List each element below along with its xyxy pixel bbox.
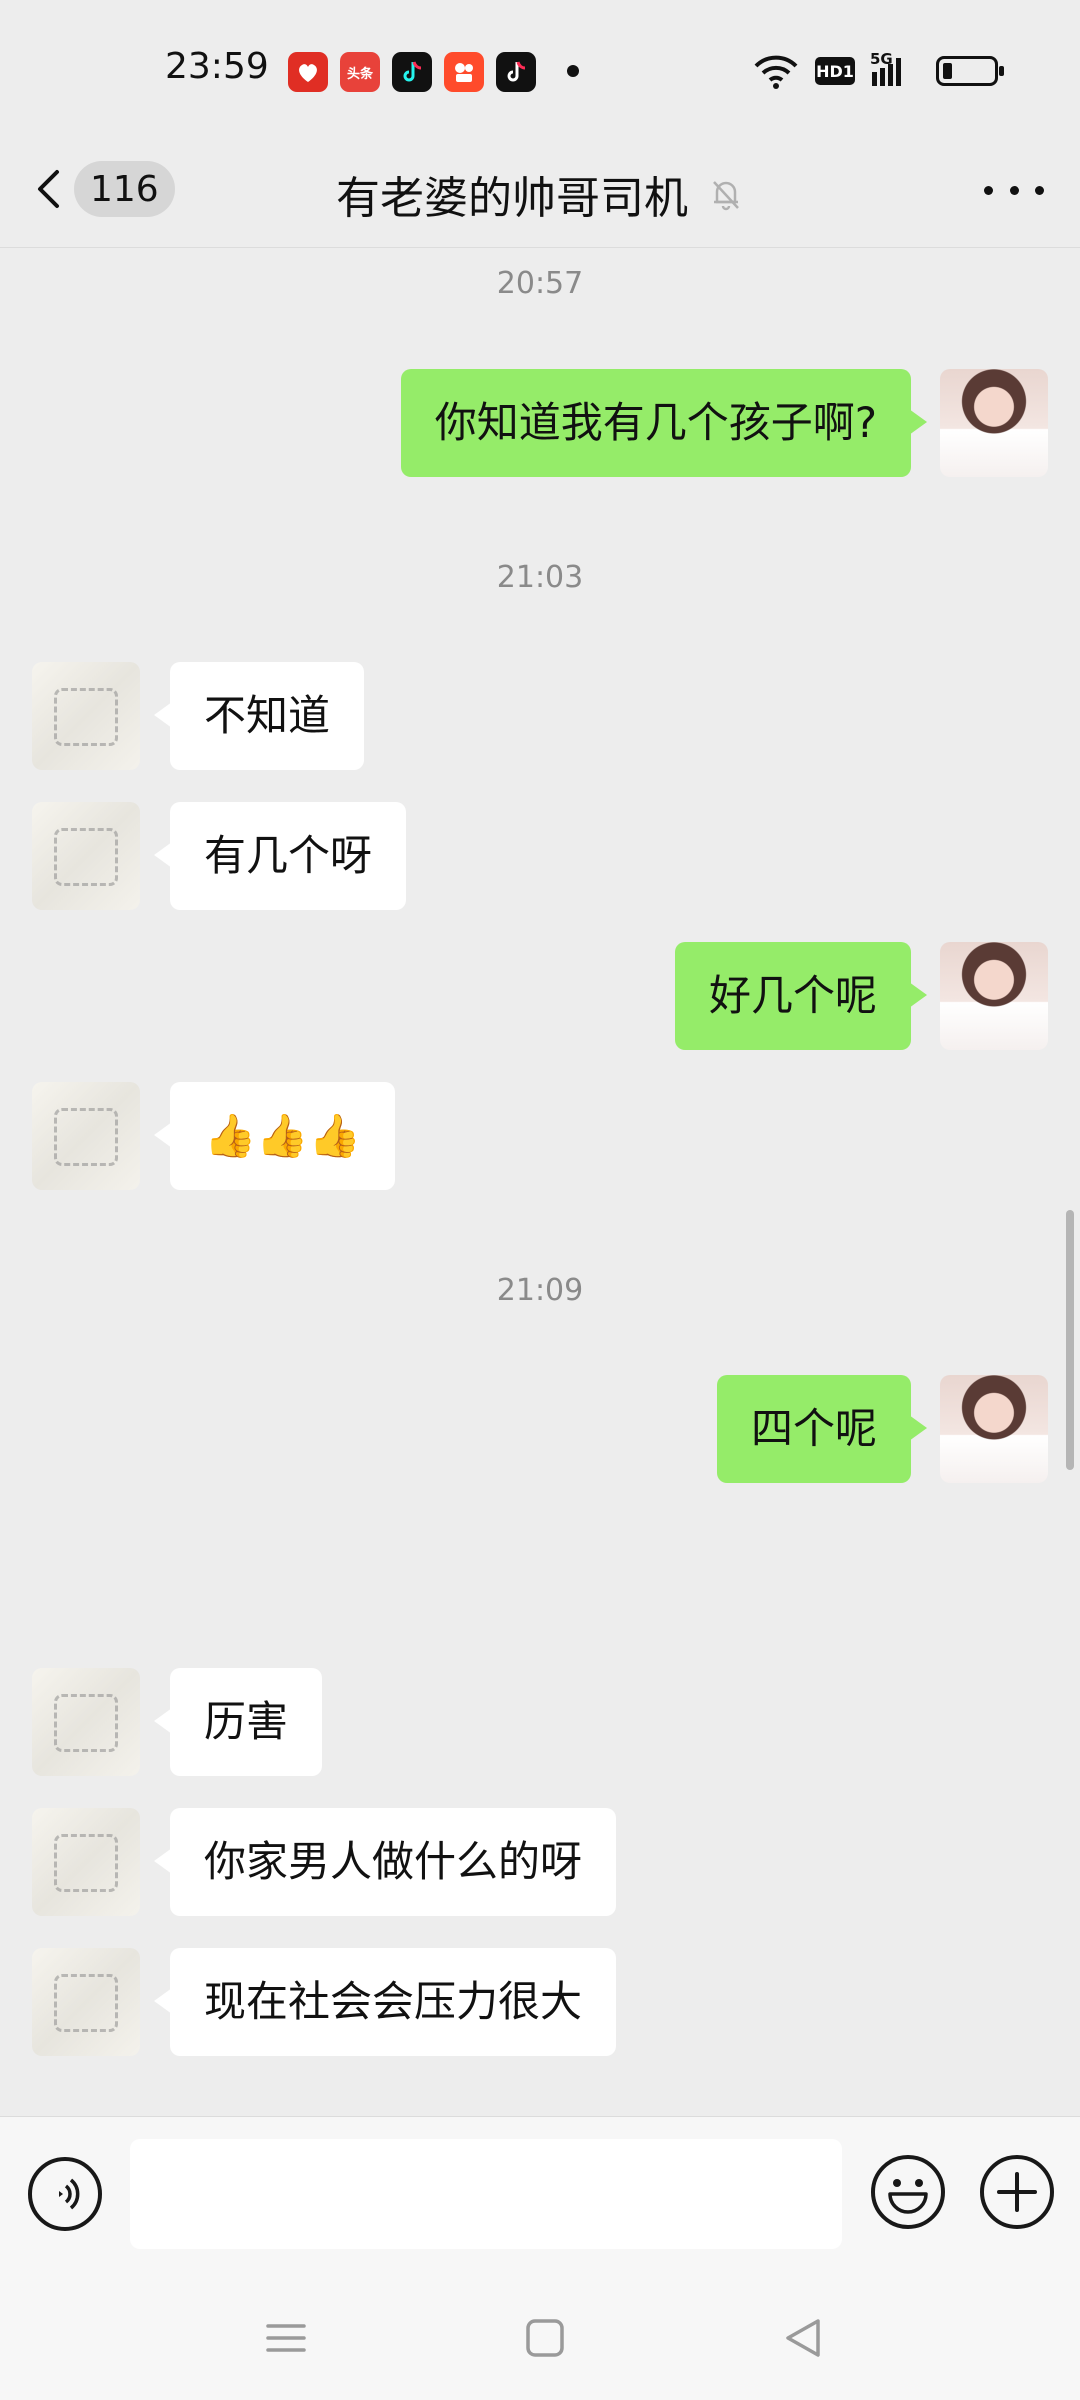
avatar-self[interactable]	[940, 942, 1048, 1050]
message-timestamp: 20:57	[496, 266, 584, 301]
toutiao-icon: 头条	[340, 52, 380, 92]
signal-5g-icon: 5G	[870, 50, 901, 86]
avatar-self[interactable]	[940, 369, 1048, 477]
pinduoduo-icon	[288, 52, 328, 92]
status-time: 23:59	[165, 46, 269, 87]
message-bubble-received[interactable]: 有几个呀	[153, 802, 407, 910]
avatar-contact[interactable]	[32, 1948, 140, 2056]
more-dot-icon	[1009, 185, 1019, 195]
message-bubble-received[interactable]: 现在社会会压力很大	[153, 1948, 617, 2056]
message-timestamp: 21:03	[496, 560, 584, 595]
chat-header: 116 有老婆的帅哥司机	[0, 140, 1080, 248]
back-triangle-icon[interactable]	[776, 2310, 832, 2366]
voice-icon	[59, 2178, 80, 2210]
input-bar	[0, 2116, 1080, 2276]
menu-icon[interactable]	[258, 2310, 314, 2366]
smiley-face-icon	[888, 2179, 928, 2214]
avatar-contact[interactable]	[32, 802, 140, 910]
notification-dot	[567, 65, 579, 77]
message-bubble-received[interactable]: 👍👍👍	[154, 1082, 395, 1190]
douyin-icon	[496, 52, 536, 92]
more-options-button[interactable]	[984, 170, 1044, 210]
more-functions-button[interactable]	[980, 2155, 1054, 2229]
mute-bell-icon	[713, 181, 739, 211]
message-bubble-received[interactable]: 历害	[153, 1668, 323, 1776]
avatar-self[interactable]	[940, 1375, 1048, 1483]
message-input[interactable]	[130, 2139, 842, 2249]
chat-title-wrap: 有老婆的帅哥司机	[0, 162, 1080, 226]
more-dot-icon	[984, 185, 993, 195]
more-dot-icon	[1035, 185, 1044, 195]
message-bubble-received[interactable]: 不知道	[153, 662, 365, 770]
message-bubble-sent[interactable]: 你知道我有几个孩子啊?	[400, 369, 928, 477]
chat-title: 有老婆的帅哥司机	[336, 173, 688, 224]
voice-input-button[interactable]	[28, 2157, 102, 2231]
scrollbar[interactable]	[1066, 1210, 1074, 1470]
message-timestamp: 21:09	[496, 1273, 584, 1308]
avatar-contact[interactable]	[32, 662, 140, 770]
hd-voice-badge: HD1	[815, 57, 855, 85]
emoji-button[interactable]	[871, 2155, 945, 2229]
message-bubble-sent[interactable]: 好几个呢	[674, 942, 928, 1050]
message-bubble-sent[interactable]: 四个呢	[716, 1375, 928, 1483]
message-bubble-received[interactable]: 你家男人做什么的呀	[153, 1808, 617, 1916]
system-navigation-bar	[0, 2276, 1080, 2400]
douyin-lite-icon	[392, 52, 432, 92]
kuaishou-icon	[444, 52, 484, 92]
avatar-contact[interactable]	[32, 1668, 140, 1776]
toutiao-icon-label: 头条	[346, 66, 373, 82]
battery-icon	[936, 56, 1004, 86]
status-bar: 23:59 头条 HD1 5G	[0, 0, 1080, 140]
avatar-contact[interactable]	[32, 1082, 140, 1190]
plus-icon	[997, 2172, 1037, 2212]
wifi-icon	[754, 55, 798, 89]
avatar-contact[interactable]	[32, 1808, 140, 1916]
home-square-icon[interactable]	[517, 2310, 573, 2366]
